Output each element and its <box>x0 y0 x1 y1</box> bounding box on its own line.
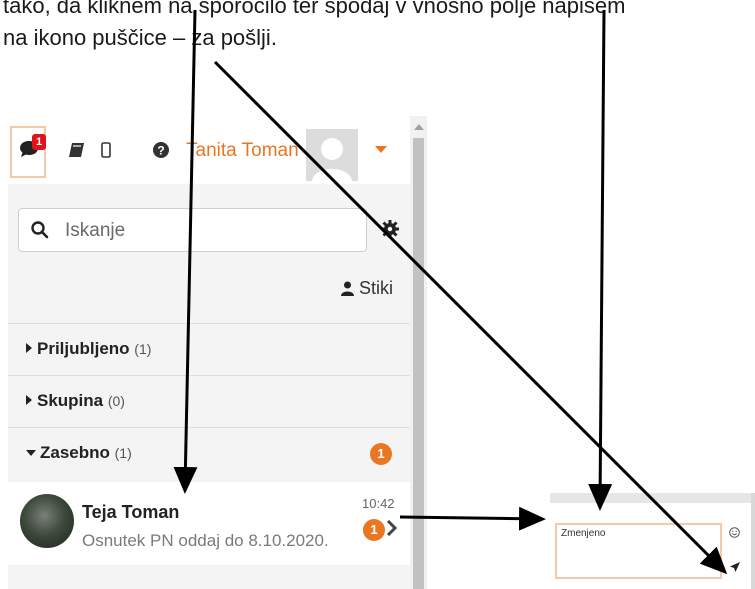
caret-right-icon <box>26 343 32 353</box>
message-input[interactable]: Zmenjeno <box>561 528 716 574</box>
instruction-text: tako, da kliknem na sporočilo ter spodaj… <box>0 0 755 54</box>
gear-icon[interactable] <box>380 219 400 239</box>
section-group[interactable]: Skupina (0) <box>8 375 410 427</box>
conversation-unread-badge: 1 <box>363 519 385 541</box>
conversation-name: Teja Toman <box>82 502 180 522</box>
contacts-link[interactable]: Stiki <box>341 278 393 299</box>
section-title: Priljubljeno <box>37 339 130 358</box>
messaging-drawer: 1 ? Tanita Toman Iskanje Stiki Priljublj… <box>8 116 410 589</box>
search-input[interactable] <box>63 215 357 247</box>
instruction-line-2: na ikono puščice – za pošlji. <box>3 25 277 50</box>
mobile-icon[interactable] <box>101 142 111 158</box>
page-edge <box>0 116 8 589</box>
composer-crop: Zmenjeno <box>550 493 755 589</box>
messages-button[interactable]: 1 <box>10 126 46 178</box>
composer-header-strip <box>550 493 755 503</box>
book-icon[interactable] <box>68 142 86 158</box>
conversation-item[interactable]: Teja Toman Osnutek PN oddaj do 8.10.2020… <box>8 482 410 565</box>
user-avatar[interactable] <box>306 129 358 181</box>
user-menu-caret[interactable] <box>375 146 387 153</box>
scroll-up-arrow-icon[interactable] <box>414 124 424 130</box>
section-count: (1) <box>134 341 152 357</box>
help-icon[interactable]: ? <box>153 142 169 158</box>
contacts-label: Stiki <box>359 278 394 298</box>
message-input-box: Zmenjeno <box>555 523 722 579</box>
chevron-right-icon <box>386 520 397 536</box>
user-icon <box>341 281 354 296</box>
navbar: 1 ? Tanita Toman <box>8 116 410 184</box>
scrollbar[interactable] <box>410 116 427 589</box>
caret-down-icon <box>26 450 36 456</box>
search-icon <box>31 221 49 239</box>
instruction-line-1: tako, da kliknem na sporočilo ter spodaj… <box>3 0 626 18</box>
section-count: (0) <box>107 393 125 409</box>
section-count: (1) <box>114 445 132 461</box>
arrow-to-message-input <box>588 9 613 511</box>
send-icon[interactable] <box>729 561 741 573</box>
scroll-thumb[interactable] <box>413 138 424 589</box>
notification-badge: 1 <box>32 134 46 150</box>
search-box <box>18 208 367 252</box>
svg-text:?: ? <box>157 144 164 158</box>
emoji-icon[interactable] <box>729 527 740 538</box>
user-menu-name[interactable]: Tanita Toman <box>186 140 299 162</box>
section-title: Skupina <box>37 391 104 410</box>
section-title: Zasebno <box>40 443 110 462</box>
unread-badge: 1 <box>370 443 392 465</box>
contact-avatar <box>20 494 74 548</box>
section-private[interactable]: Zasebno (1) 1 <box>8 427 410 479</box>
caret-right-icon <box>26 395 32 405</box>
default-user-icon <box>312 138 352 181</box>
section-favourites[interactable]: Priljubljeno (1) <box>8 323 410 375</box>
conversation-preview: Osnutek PN oddaj do 8.10.2020. <box>82 531 329 550</box>
composer-edge <box>751 493 755 589</box>
conversation-time: 10:42 <box>362 496 395 511</box>
